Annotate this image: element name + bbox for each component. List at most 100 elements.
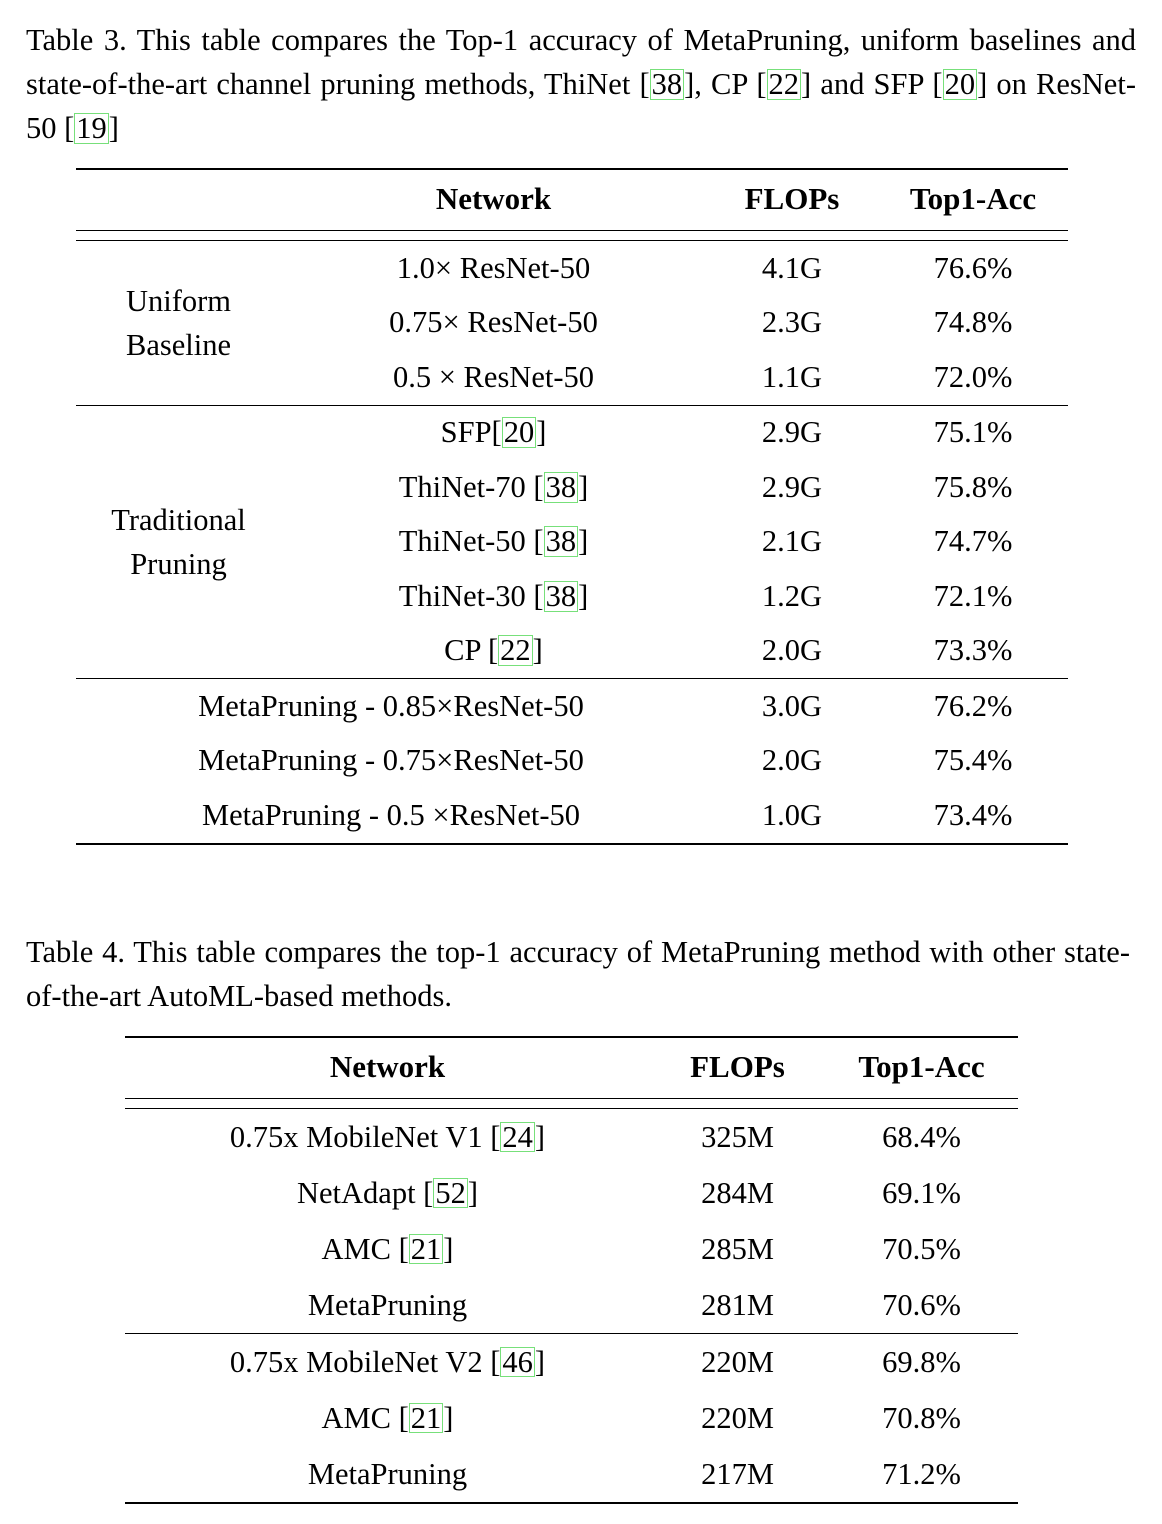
citation-link-21[interactable]: 21 <box>408 1233 444 1265</box>
table-row: Traditional Pruning SFP[20] 2.9G 75.1% <box>76 404 1068 679</box>
group-label-line2: Baseline <box>125 327 232 362</box>
citation-link-22[interactable]: 22 <box>498 635 533 667</box>
network-text-post: ] <box>534 1119 546 1154</box>
table3-header-group <box>76 168 281 231</box>
table-row: NetAdapt [52] 284M 69.1% <box>125 1165 1018 1221</box>
cell-network: MetaPruning - 0.85×ResNet-50 <box>76 678 706 734</box>
table3-header-flops: FLOPs <box>706 168 878 231</box>
cell-flops: 325M <box>701 1119 774 1154</box>
citation-link-21[interactable]: 21 <box>408 1402 444 1434</box>
table-row: MetaPruning - 0.85×ResNet-50 3.0G 76.2% <box>76 678 1068 734</box>
citation-link-20[interactable]: 20 <box>942 69 978 100</box>
cell-accuracy: 76.6% <box>933 250 1013 285</box>
cell-accuracy: 69.8% <box>825 1333 1018 1390</box>
network-text-pre: ThiNet-50 [ <box>398 524 544 559</box>
cell-network: AMC [21] <box>125 1390 650 1446</box>
rule <box>125 1098 1018 1109</box>
table3-caption-segment-5: ] <box>108 111 119 145</box>
table3: Network FLOPs Top1-Acc Uniform Baseline … <box>76 168 1068 845</box>
table4-head: Network FLOPs Top1-Acc <box>125 1036 1018 1109</box>
table-row: MetaPruning - 0.75×ResNet-50 2.0G 75.4% <box>76 734 1068 789</box>
citation-link-19[interactable]: 19 <box>74 113 109 144</box>
group-label-line2: Pruning <box>130 546 227 581</box>
table3-header-double-rule <box>76 230 1068 241</box>
cell-accuracy: 73.4% <box>878 788 1068 845</box>
network-text-post: ] <box>534 1344 546 1379</box>
cell-network: 0.75x MobileNet V1 [24] <box>125 1109 650 1166</box>
table3-caption-segment-3: ] and SFP [ <box>801 67 943 101</box>
table3-body: Uniform Baseline 1.0× ResNet-50 4.1G 76.… <box>76 241 1068 845</box>
table-row: AMC [21] 285M 70.5% <box>125 1221 1018 1277</box>
cell-accuracy: 75.4% <box>933 743 1013 778</box>
cell-flops: 2.1G <box>761 524 823 559</box>
table-row: AMC [21] 220M 70.8% <box>125 1390 1018 1446</box>
cell-network: CP [22] <box>281 624 706 679</box>
cell-accuracy: 68.4% <box>882 1119 961 1154</box>
cell-network: 1.0× ResNet-50 <box>396 250 591 285</box>
citation-link-38[interactable]: 38 <box>543 581 579 612</box>
table-row: MetaPruning - 0.5 ×ResNet-50 1.0G 73.4% <box>76 788 1068 845</box>
cell-flops: 220M <box>650 1333 825 1390</box>
cell-flops: 2.0G <box>761 743 823 778</box>
cell-network: AMC [21] <box>125 1221 650 1277</box>
cell-network: ThiNet-30 [38] <box>281 569 706 624</box>
table4: Network FLOPs Top1-Acc 0.75x MobileNet V… <box>125 1036 1018 1504</box>
cell-flops: 3.0G <box>706 678 878 734</box>
cell-accuracy: 73.3% <box>933 633 1013 668</box>
table4-caption: Table 4. This table compares the top-1 a… <box>26 935 1130 1013</box>
table4-header-acc: Top1-Acc <box>825 1036 1018 1099</box>
cell-network: MetaPruning <box>307 1287 468 1322</box>
citation-link-38[interactable]: 38 <box>649 69 685 100</box>
network-text-pre: 0.75x MobileNet V2 [ <box>229 1344 501 1379</box>
citation-link-20[interactable]: 20 <box>501 417 537 449</box>
network-text-pre: AMC [ <box>321 1231 409 1266</box>
cell-accuracy: 71.2% <box>825 1446 1018 1504</box>
cell-accuracy: 74.7% <box>933 524 1013 559</box>
citation-link-24[interactable]: 24 <box>500 1121 535 1153</box>
cell-network: 0.5 × ResNet-50 <box>392 359 595 394</box>
cell-accuracy: 76.2% <box>878 678 1068 734</box>
network-text-post: ] <box>578 469 589 504</box>
network-text-post: ] <box>443 1400 454 1435</box>
table-row: MetaPruning 281M 70.6% <box>125 1277 1018 1334</box>
table-row: 0.75x MobileNet V2 [46] 220M 69.8% <box>125 1333 1018 1390</box>
network-text-post: ] <box>532 633 543 668</box>
network-text-post: ] <box>443 1231 454 1266</box>
cell-accuracy: 70.6% <box>882 1287 961 1322</box>
citation-link-38[interactable]: 38 <box>543 472 579 503</box>
cell-flops: 1.1G <box>761 359 823 394</box>
network-text-post: ] <box>578 524 589 559</box>
network-text-pre: CP [ <box>444 633 499 668</box>
table3-header-acc: Top1-Acc <box>878 168 1068 231</box>
cell-network: 0.75x MobileNet V2 [46] <box>125 1333 650 1390</box>
citation-link-52[interactable]: 52 <box>433 1177 468 1209</box>
table3-header-row: Network FLOPs Top1-Acc <box>76 168 1068 231</box>
citation-link-46[interactable]: 46 <box>500 1346 535 1378</box>
cell-flops: 1.0G <box>706 788 878 845</box>
cell-flops: 4.1G <box>761 250 823 285</box>
table4-header-flops: FLOPs <box>650 1036 825 1099</box>
cell-flops: 1.2G <box>761 578 823 613</box>
network-text-pre: ThiNet-30 [ <box>398 578 544 613</box>
cell-network: SFP[20] <box>281 404 706 460</box>
table3-header-network: Network <box>281 168 706 231</box>
table3-caption: Table 3. This table compares the Top-1 a… <box>26 18 1136 150</box>
cell-network: NetAdapt [52] <box>125 1165 650 1221</box>
group-label-line1: Traditional <box>111 502 246 537</box>
table3-caption-segment-2: ], CP [ <box>684 67 767 101</box>
cell-flops: 2.3G <box>761 305 823 340</box>
table-row: 0.75x MobileNet V1 [24] 325M 68.4% <box>125 1109 1018 1166</box>
group-label-line1: Uniform <box>125 283 232 318</box>
cell-accuracy: 70.5% <box>882 1231 961 1266</box>
network-text-post: ] <box>578 578 589 613</box>
citation-link-22[interactable]: 22 <box>766 69 802 100</box>
cell-network: MetaPruning - 0.75×ResNet-50 <box>198 743 584 778</box>
cell-flops: 284M <box>701 1175 774 1210</box>
cell-network: 0.75× ResNet-50 <box>389 305 598 340</box>
citation-link-38[interactable]: 38 <box>543 526 579 558</box>
cell-flops: 281M <box>701 1287 774 1322</box>
cell-flops: 285M <box>701 1231 774 1266</box>
cell-flops: 217M <box>650 1446 825 1504</box>
network-text-post: ] <box>536 415 547 450</box>
table4-body: 0.75x MobileNet V1 [24] 325M 68.4% NetAd… <box>125 1109 1018 1504</box>
